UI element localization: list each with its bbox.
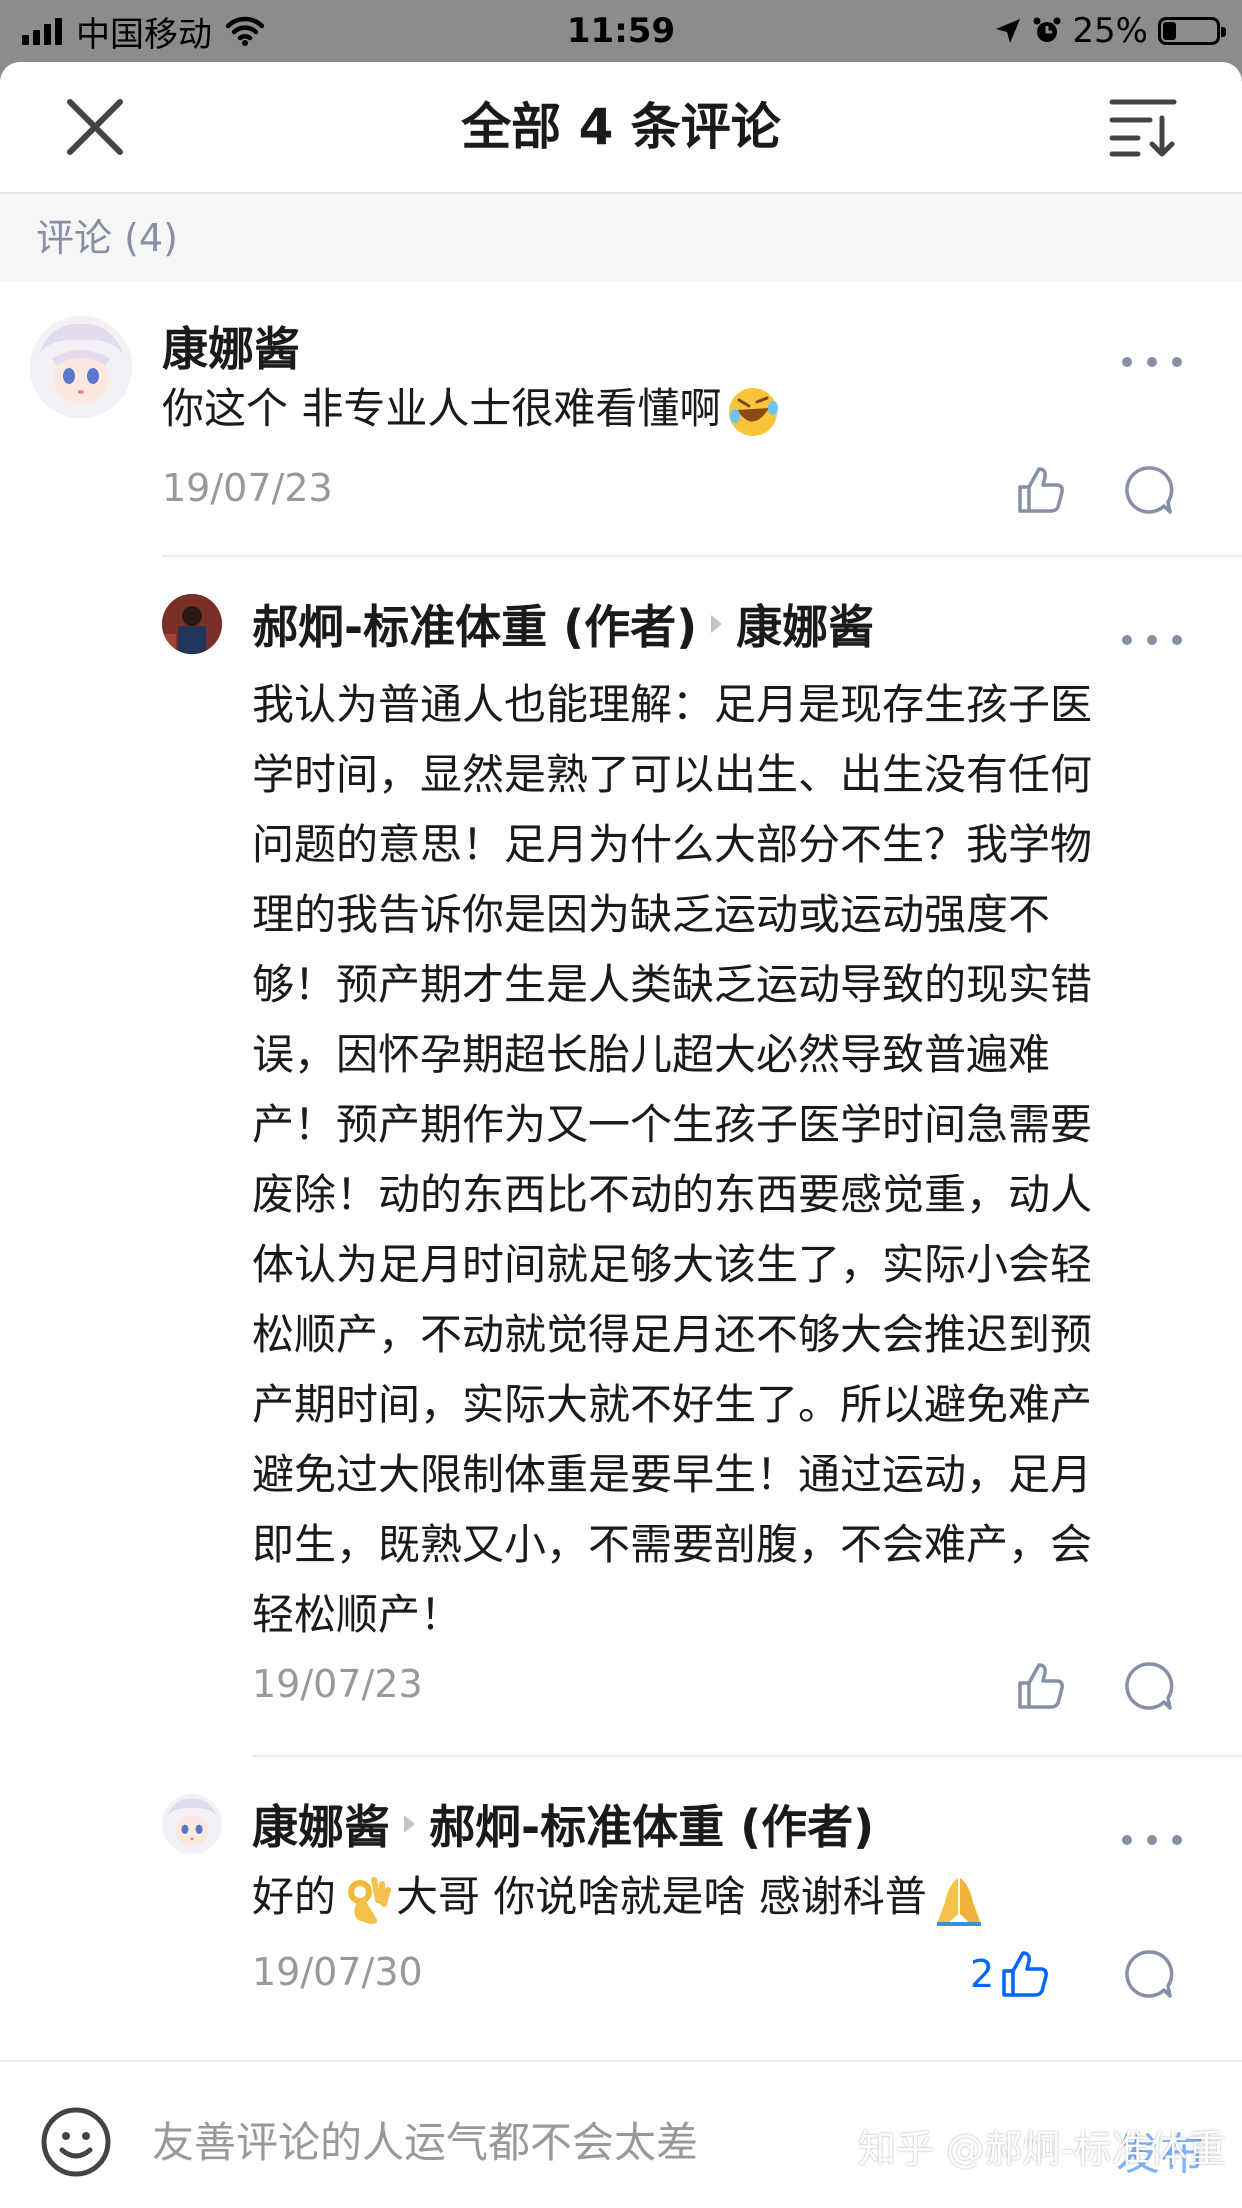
comment-body: 你这个 非专业人士很难看懂啊 bbox=[162, 374, 1122, 444]
battery-fill bbox=[1163, 22, 1176, 40]
like-count: 2 bbox=[970, 1952, 995, 1996]
like-button[interactable]: 2 bbox=[970, 1946, 1050, 2002]
author-avatar-icon bbox=[162, 594, 222, 654]
comment-line: 理的我告诉你是因为缺乏运动或运动强度不 bbox=[252, 890, 1051, 939]
author-name[interactable]: 郝炯-标准体重 (作者) bbox=[252, 591, 697, 657]
thumbs-up-icon bbox=[1018, 1663, 1064, 1709]
comment-line: 轻松顺产！ bbox=[252, 1590, 463, 1639]
status-bar: 中国移动 11:59 25% bbox=[0, 0, 1242, 62]
comment-line: 误，因怀孕期超长胎儿超大必然导致普遍难 bbox=[252, 1030, 1051, 1079]
comment-body: 好的 大哥 你说啥就是啥 感谢科普 bbox=[252, 1862, 1192, 1932]
comment-count-bar: 评论 (4) bbox=[0, 194, 1242, 282]
thumbs-up-icon bbox=[1002, 1951, 1049, 1997]
comment-author: 郝炯-标准体重 (作者) 康娜酱 bbox=[252, 594, 874, 654]
comment-line: 避免过大限制体重是要早生！通过运动，足月 bbox=[252, 1450, 1093, 1499]
comment-line: 废除！动的东西比不动的东西要感觉重，动人 bbox=[252, 1170, 1093, 1219]
reply-to-name[interactable]: 郝炯-标准体重 (作者) bbox=[429, 1791, 874, 1857]
comment-line: 即生，既熟又小，不需要剖腹，不会难产，会 bbox=[252, 1520, 1093, 1569]
comment-line: 够！预产期才生是人类缺乏运动导致的现实错 bbox=[252, 960, 1093, 1009]
folded-hands-emoji-icon bbox=[933, 1874, 985, 1926]
reply-to-name[interactable]: 康娜酱 bbox=[736, 591, 874, 657]
comment-author[interactable]: 康娜酱 bbox=[162, 316, 300, 376]
sheet-header: 全部 4 条评论 bbox=[0, 62, 1242, 194]
avatar[interactable] bbox=[162, 594, 222, 654]
comment-line: 学时间，显然是熟了可以出生、出生没有任何 bbox=[252, 750, 1093, 799]
anime-avatar-icon bbox=[30, 316, 132, 418]
comment-date: 19/07/30 bbox=[252, 1950, 423, 1994]
avatar[interactable] bbox=[162, 1794, 222, 1854]
rofl-emoji-icon bbox=[727, 386, 779, 438]
reply-icon[interactable] bbox=[1122, 1660, 1174, 1712]
comment-date: 19/07/23 bbox=[162, 466, 333, 510]
reply-icon[interactable] bbox=[1122, 1948, 1174, 2000]
comment-text: 你这个 非专业人士很难看懂啊 bbox=[162, 384, 722, 433]
battery-icon bbox=[1158, 17, 1226, 45]
comment-date: 19/07/23 bbox=[252, 1662, 423, 1706]
more-options-icon[interactable] bbox=[1122, 1828, 1182, 1852]
comment-divider bbox=[162, 555, 1242, 557]
comment-text: 好的 bbox=[252, 1872, 337, 1921]
watermark: 知乎 @郝炯-标准体重 bbox=[858, 2127, 1226, 2171]
location-icon bbox=[996, 19, 1021, 43]
reply-icon[interactable] bbox=[1122, 464, 1174, 516]
comment-input[interactable] bbox=[152, 2102, 952, 2182]
author-name[interactable]: 康娜酱 bbox=[252, 1791, 390, 1857]
smiley-icon[interactable] bbox=[40, 2106, 112, 2178]
like-button[interactable] bbox=[1010, 462, 1066, 518]
avatar[interactable] bbox=[30, 316, 132, 418]
author-name[interactable]: 康娜酱 bbox=[162, 313, 300, 379]
ok-hand-emoji-icon bbox=[340, 1874, 392, 1926]
reply-arrow-icon bbox=[404, 1815, 415, 1833]
comment-body: 我认为普通人也能理解：足月是现存生孩子医 学时间，显然是熟了可以出生、出生没有任… bbox=[252, 670, 1192, 1650]
comment-line: 松顺产，不动就觉得足月还不够大会推迟到预 bbox=[252, 1310, 1093, 1359]
comment-input-bar: 发布 知乎 @郝炯-标准体重 bbox=[0, 2060, 1242, 2208]
comment-line: 我认为普通人也能理解：足月是现存生孩子医 bbox=[252, 680, 1093, 729]
comment-divider bbox=[252, 1755, 1242, 1757]
thumbs-up-icon bbox=[1018, 467, 1064, 513]
comment-line: 体认为足月时间就足够大该生了，实际小会轻 bbox=[252, 1240, 1093, 1289]
comment-line: 产！预产期作为又一个生孩子医学时间急需要 bbox=[252, 1100, 1093, 1149]
comment-text: 大哥 你说啥就是啥 感谢科普 bbox=[396, 1872, 927, 1921]
anime-avatar-icon bbox=[162, 1794, 222, 1854]
comments-sheet: 全部 4 条评论 评论 (4) 康娜酱 你这个 非专业人士很难看懂啊 19/07… bbox=[0, 62, 1242, 2208]
reply-arrow-icon bbox=[711, 615, 723, 633]
alarm-icon bbox=[1033, 17, 1061, 42]
like-button[interactable] bbox=[1010, 1658, 1066, 1714]
page-title: 全部 4 条评论 bbox=[461, 98, 781, 156]
comment-author: 康娜酱 郝炯-标准体重 (作者) bbox=[252, 1794, 874, 1854]
more-options-icon[interactable] bbox=[1122, 350, 1182, 374]
status-right: 25% bbox=[994, 8, 1226, 54]
more-options-icon[interactable] bbox=[1122, 628, 1182, 652]
comment-line: 产期时间，实际大就不好生了。所以避免难产 bbox=[252, 1380, 1093, 1429]
comment-line: 问题的意思！足月为什么大部分不生？我学物 bbox=[252, 820, 1093, 869]
sort-icon[interactable] bbox=[1108, 96, 1180, 158]
battery-percent: 25% bbox=[1072, 11, 1148, 51]
